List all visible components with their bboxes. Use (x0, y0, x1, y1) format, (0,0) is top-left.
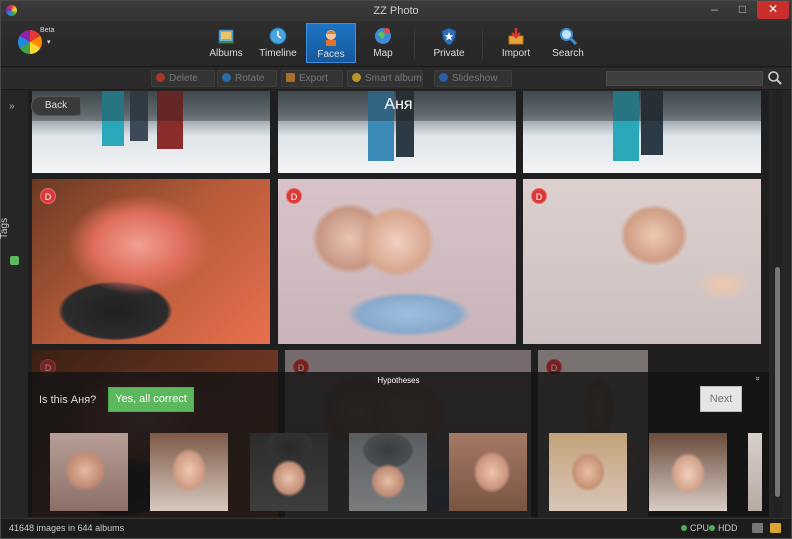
nav-map-label: Map (373, 48, 393, 59)
albums-icon (218, 29, 234, 44)
photo-thumbnail[interactable]: D (523, 179, 761, 344)
title-bar: ZZ Photo – □ ✕ (1, 1, 791, 21)
minimize-button[interactable]: – (701, 1, 728, 19)
toolbar-divider (482, 29, 483, 59)
delete-label: Delete (169, 73, 198, 84)
hdd-label: HDD (718, 523, 738, 533)
delete-button[interactable]: Delete (151, 70, 215, 87)
search-input[interactable] (606, 71, 763, 86)
hdd-indicator: HDD (709, 523, 738, 533)
nav-faces-label: Faces (317, 49, 345, 60)
export-icon (286, 73, 295, 82)
cpu-indicator: CPU (681, 523, 709, 533)
face-candidate[interactable] (549, 433, 627, 511)
logo-menu-caret-icon[interactable]: ▾ (47, 38, 51, 46)
photo-thumbnail[interactable]: D (278, 179, 516, 344)
app-window: ZZ Photo – □ ✕ Beta ▾ Albums Timeline Fa… (0, 0, 792, 539)
smart-album-button[interactable]: Smart album (347, 70, 423, 87)
nav-timeline-label: Timeline (259, 48, 297, 59)
next-button[interactable]: Next (700, 386, 742, 412)
tags-panel: » Tags (0, 91, 25, 517)
close-button[interactable]: ✕ (757, 1, 789, 19)
cpu-status-dot (681, 525, 687, 531)
face-candidate[interactable] (250, 433, 328, 511)
collapse-hypotheses-icon[interactable]: » (754, 376, 763, 380)
face-candidate[interactable] (748, 433, 762, 511)
photo-thumbnail[interactable]: D (32, 179, 270, 344)
cpu-label: CPU (690, 523, 710, 533)
delete-icon (156, 73, 165, 82)
photo-grid: Back Аня D D D D D D Hypotheses » Is thi… (28, 91, 769, 517)
search-button-icon[interactable] (767, 70, 783, 86)
rotate-label: Rotate (235, 73, 265, 84)
detected-face-badge[interactable]: D (531, 188, 547, 204)
nav-albums[interactable]: Albums (206, 23, 246, 63)
image-view-icon[interactable] (770, 523, 781, 533)
map-icon (375, 28, 391, 44)
confirm-all-button[interactable]: Yes, all correct (108, 387, 194, 412)
face-candidate[interactable] (50, 433, 128, 511)
rotate-icon (222, 73, 231, 82)
timeline-icon (269, 27, 287, 45)
nav-import-label: Import (501, 48, 531, 59)
status-bar: 41648 images in 644 albums CPU HDD (1, 518, 791, 538)
slideshow-icon (439, 73, 448, 82)
slideshow-label: Slideshow (452, 73, 498, 84)
expand-panel-icon[interactable]: » (9, 101, 15, 112)
scrollbar-thumb[interactable] (775, 267, 780, 497)
person-header: Back Аня (28, 91, 769, 121)
detected-face-badge[interactable]: D (40, 188, 56, 204)
face-candidate[interactable] (449, 433, 527, 511)
detected-face-badge[interactable]: D (286, 188, 302, 204)
import-icon (508, 28, 524, 45)
beta-badge: Beta (40, 27, 55, 34)
nav-import[interactable]: Import (498, 23, 534, 63)
library-summary: 41648 images in 644 albums (9, 523, 125, 533)
faces-icon (326, 30, 336, 46)
window-icon[interactable] (752, 523, 763, 533)
private-icon (441, 27, 457, 46)
tags-tab[interactable]: Tags (0, 218, 10, 239)
person-name-title: Аня (384, 96, 413, 113)
face-candidate[interactable] (150, 433, 228, 511)
maximize-button[interactable]: □ (729, 1, 756, 19)
main-toolbar: Beta ▾ Albums Timeline Faces Map Private… (1, 21, 791, 67)
nav-private[interactable]: Private (431, 23, 467, 63)
search-icon (560, 28, 578, 46)
smart-album-label: Smart album (365, 73, 422, 84)
action-bar: Delete Rotate Export Smart album Slidesh… (1, 68, 791, 90)
nav-faces[interactable]: Faces (306, 23, 356, 63)
vertical-scrollbar[interactable] (773, 91, 783, 517)
nav-map[interactable]: Map (366, 23, 400, 63)
zz-logo-icon[interactable] (18, 30, 42, 54)
slideshow-button[interactable]: Slideshow (434, 70, 512, 87)
face-candidate[interactable] (649, 433, 727, 511)
hypothesis-question: Is this Аня? (39, 394, 97, 406)
face-candidate[interactable] (349, 433, 427, 511)
export-label: Export (299, 73, 328, 84)
tag-icon (10, 256, 19, 265)
nav-search[interactable]: Search (551, 23, 585, 63)
hypotheses-panel: Hypotheses » Is this Аня? Yes, all corre… (28, 372, 769, 517)
hypotheses-title: Hypotheses (377, 376, 420, 385)
nav-private-label: Private (433, 48, 465, 59)
smart-album-icon (352, 73, 361, 82)
rotate-button[interactable]: Rotate (217, 70, 277, 87)
hdd-status-dot (709, 525, 715, 531)
nav-albums-label: Albums (209, 48, 243, 59)
toolbar-divider (414, 29, 415, 59)
window-title: ZZ Photo (373, 5, 419, 17)
export-button[interactable]: Export (281, 70, 343, 87)
nav-search-label: Search (552, 48, 584, 59)
nav-timeline[interactable]: Timeline (256, 23, 300, 63)
